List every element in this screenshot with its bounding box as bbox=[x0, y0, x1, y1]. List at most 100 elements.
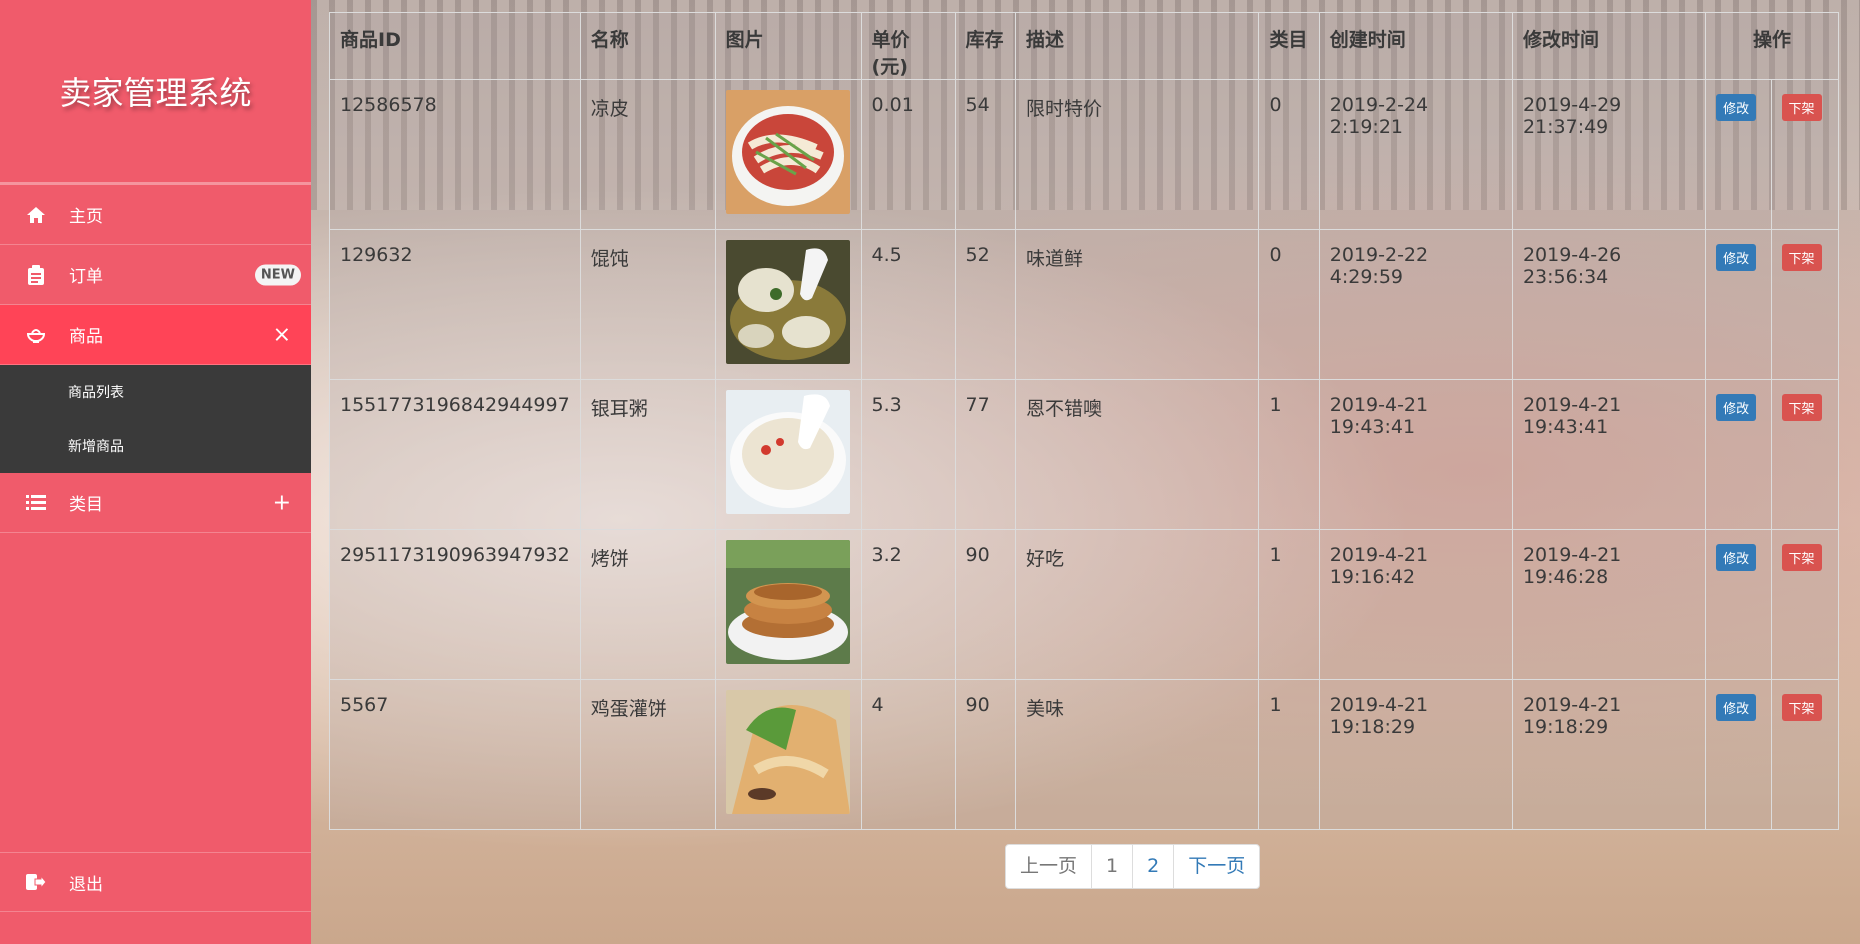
edit-button[interactable]: 修改 bbox=[1716, 394, 1757, 421]
header-id: 商品ID bbox=[329, 12, 581, 80]
header-image: 图片 bbox=[714, 12, 862, 80]
close-icon[interactable]: × bbox=[273, 322, 291, 347]
header-stock: 库存 bbox=[954, 12, 1017, 80]
table-row: 12586578 凉皮 0.01 54 限时特价 0 2019-2-24 2:1… bbox=[329, 79, 1840, 230]
cell-edit: 修改 bbox=[1705, 379, 1772, 530]
brand-title: 卖家管理系统 bbox=[0, 0, 311, 185]
header-name: 名称 bbox=[579, 12, 716, 80]
cell-created: 2019-4-21 19:18:29 bbox=[1318, 679, 1513, 830]
bowl-icon bbox=[25, 324, 47, 346]
cell-desc: 美味 bbox=[1015, 679, 1260, 830]
cell-edit: 修改 bbox=[1705, 229, 1772, 380]
cell-stock: 52 bbox=[954, 229, 1017, 380]
cell-desc: 好吃 bbox=[1015, 529, 1260, 680]
logout-icon bbox=[25, 871, 47, 893]
cell-image bbox=[714, 379, 862, 530]
product-image bbox=[725, 390, 850, 519]
header-category: 类目 bbox=[1258, 12, 1320, 80]
cell-category: 1 bbox=[1258, 379, 1320, 530]
cell-price: 3.2 bbox=[860, 529, 956, 680]
cell-created: 2019-4-21 19:43:41 bbox=[1318, 379, 1513, 530]
pagination: 上一页 1 2 下一页 bbox=[1005, 844, 1261, 889]
cell-updated: 2019-4-26 23:56:34 bbox=[1511, 229, 1707, 380]
cell-edit: 修改 bbox=[1705, 79, 1772, 230]
product-image bbox=[725, 240, 850, 369]
take-down-button[interactable]: 下架 bbox=[1781, 94, 1822, 121]
cell-stock: 54 bbox=[954, 79, 1017, 230]
cell-off: 下架 bbox=[1770, 529, 1840, 680]
cell-id: 2951173190963947932 bbox=[329, 529, 581, 680]
edit-button[interactable]: 修改 bbox=[1716, 694, 1757, 721]
product-image bbox=[725, 540, 850, 669]
cell-edit: 修改 bbox=[1705, 529, 1772, 680]
sidebar-item-label: 商品 bbox=[69, 327, 103, 347]
logout-label: 退出 bbox=[69, 874, 103, 895]
sidebar-item-home[interactable]: 主页 bbox=[0, 185, 311, 245]
edit-button[interactable]: 修改 bbox=[1716, 544, 1757, 571]
plus-icon[interactable]: + bbox=[273, 490, 291, 515]
cell-name: 银耳粥 bbox=[579, 379, 716, 530]
cell-desc: 味道鲜 bbox=[1015, 229, 1260, 380]
product-image bbox=[725, 690, 850, 819]
sidebar-item-logout[interactable]: 退出 bbox=[0, 852, 311, 912]
header-updated: 修改时间 bbox=[1511, 12, 1707, 80]
sidebar-item-orders[interactable]: 订单 NEW bbox=[0, 245, 311, 305]
sidebar-item-label: 主页 bbox=[69, 207, 103, 227]
cell-name: 凉皮 bbox=[579, 79, 716, 230]
table-row: 5567 鸡蛋灌饼 4 90 美味 1 2019-4-21 19:18:29 2… bbox=[329, 679, 1840, 830]
product-image bbox=[725, 90, 850, 219]
sidebar-item-categories[interactable]: 类目 + bbox=[0, 473, 311, 533]
cell-category: 0 bbox=[1258, 79, 1320, 230]
cell-updated: 2019-4-21 19:18:29 bbox=[1511, 679, 1707, 830]
sidebar-item-label: 类目 bbox=[69, 495, 103, 515]
home-icon bbox=[25, 204, 47, 226]
header-created: 创建时间 bbox=[1318, 12, 1513, 80]
take-down-button[interactable]: 下架 bbox=[1781, 394, 1822, 421]
cell-id: 129632 bbox=[329, 229, 581, 380]
sidebar-item-products[interactable]: 商品 × bbox=[0, 305, 311, 365]
cell-category: 1 bbox=[1258, 679, 1320, 830]
take-down-button[interactable]: 下架 bbox=[1781, 694, 1822, 721]
edit-button[interactable]: 修改 bbox=[1716, 94, 1757, 121]
take-down-button[interactable]: 下架 bbox=[1781, 244, 1822, 271]
sidebar-item-label: 订单 bbox=[69, 267, 103, 287]
cell-name: 烤饼 bbox=[579, 529, 716, 680]
cell-image bbox=[714, 79, 862, 230]
next-page-button[interactable]: 下一页 bbox=[1173, 845, 1259, 888]
submenu-item-product-list[interactable]: 商品列表 bbox=[0, 365, 311, 419]
cell-updated: 2019-4-29 21:37:49 bbox=[1511, 79, 1707, 230]
table-header-row: 商品ID 名称 图片 单价(元) 库存 描述 类目 创建时间 修改时间 操作 bbox=[329, 12, 1839, 80]
submenu-item-add-product[interactable]: 新增商品 bbox=[0, 419, 311, 473]
table-row: 129632 馄饨 4.5 52 味道鲜 0 2019-2-22 4:29:59… bbox=[329, 229, 1840, 380]
page-2-button[interactable]: 2 bbox=[1132, 845, 1173, 888]
cell-desc: 恩不错噢 bbox=[1015, 379, 1260, 530]
cell-updated: 2019-4-21 19:46:28 bbox=[1511, 529, 1707, 680]
cell-price: 5.3 bbox=[860, 379, 956, 530]
cell-name: 鸡蛋灌饼 bbox=[579, 679, 716, 830]
cell-image bbox=[714, 529, 862, 680]
cell-off: 下架 bbox=[1770, 229, 1840, 380]
list-icon bbox=[25, 492, 47, 514]
edit-button[interactable]: 修改 bbox=[1716, 244, 1757, 271]
cell-stock: 90 bbox=[954, 529, 1017, 680]
cell-updated: 2019-4-21 19:43:41 bbox=[1511, 379, 1707, 530]
clipboard-icon bbox=[25, 264, 47, 286]
cell-created: 2019-2-24 2:19:21 bbox=[1318, 79, 1513, 230]
take-down-button[interactable]: 下架 bbox=[1781, 544, 1822, 571]
cell-id: 12586578 bbox=[329, 79, 581, 230]
cell-id: 1551773196842944997 bbox=[329, 379, 581, 530]
main-content: 商品ID 名称 图片 单价(元) 库存 描述 类目 创建时间 修改时间 操作 1… bbox=[311, 0, 1860, 944]
cell-name: 馄饨 bbox=[579, 229, 716, 380]
cell-edit: 修改 bbox=[1705, 679, 1772, 830]
header-desc: 描述 bbox=[1015, 12, 1260, 80]
table-row: 1551773196842944997 银耳粥 5.3 77 恩不错噢 1 20… bbox=[329, 379, 1840, 530]
cell-stock: 77 bbox=[954, 379, 1017, 530]
cell-id: 5567 bbox=[329, 679, 581, 830]
cell-image bbox=[714, 679, 862, 830]
table-row: 2951173190963947932 烤饼 3.2 90 好吃 1 2019-… bbox=[329, 529, 1840, 680]
page-1-button[interactable]: 1 bbox=[1091, 845, 1132, 888]
cell-category: 1 bbox=[1258, 529, 1320, 680]
cell-price: 4.5 bbox=[860, 229, 956, 380]
prev-page-button[interactable]: 上一页 bbox=[1006, 845, 1091, 888]
sidebar: 卖家管理系统 主页 订单 NEW 商品 × 商品列表 新增商品 类目 + 退出 bbox=[0, 0, 311, 944]
